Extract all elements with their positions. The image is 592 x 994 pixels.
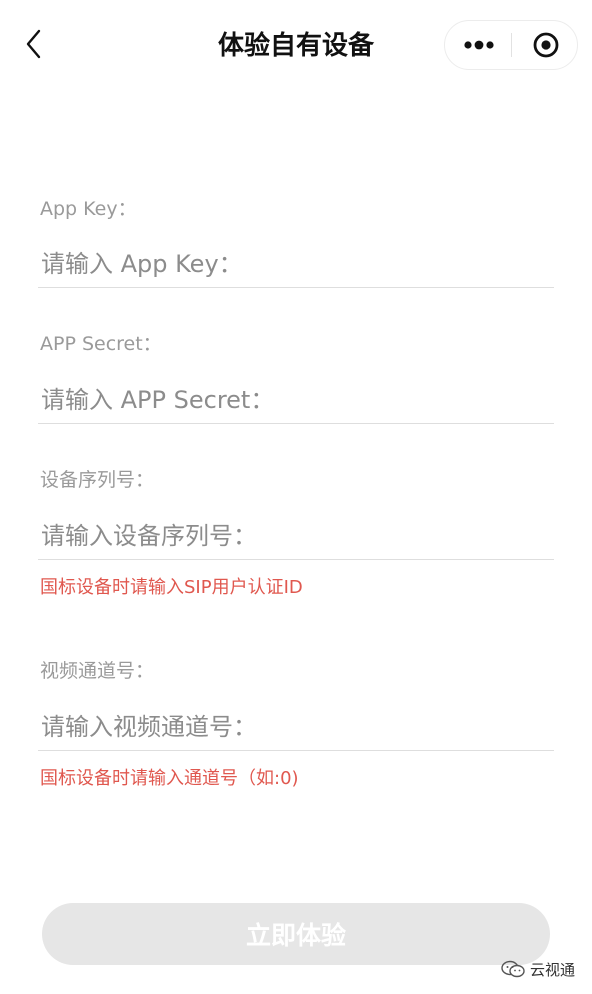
more-button[interactable] (445, 21, 512, 69)
target-close-icon (533, 32, 558, 58)
wechat-logo-icon (501, 960, 525, 978)
menu-capsule (444, 20, 578, 70)
page-title: 体验自有设备 (217, 31, 374, 61)
app-key-label: App Key： (40, 198, 137, 220)
video-channel-hint: 国标设备时请输入通道号（如:0) (40, 768, 299, 789)
close-button[interactable] (512, 21, 579, 69)
video-channel-label: 视频通道号： (40, 660, 155, 682)
nav-bar: 体验自有设备 (0, 0, 592, 90)
watermark-text: 云视通 (530, 960, 576, 979)
device-serial-hint: 国标设备时请输入SIP用户认证ID (40, 577, 303, 598)
more-dots-icon (463, 40, 494, 50)
start-experience-button[interactable]: 立即体验 (42, 903, 550, 965)
device-serial-input[interactable] (38, 512, 554, 560)
video-channel-input[interactable] (38, 703, 554, 751)
device-serial-label: 设备序列号： (40, 469, 155, 491)
app-key-input[interactable] (38, 240, 554, 288)
back-button[interactable] (14, 24, 54, 64)
chevron-left-icon (26, 29, 41, 59)
app-secret-input[interactable] (38, 376, 554, 424)
watermark: 云视通 (500, 958, 592, 980)
app-secret-label: APP Secret： (40, 333, 162, 355)
